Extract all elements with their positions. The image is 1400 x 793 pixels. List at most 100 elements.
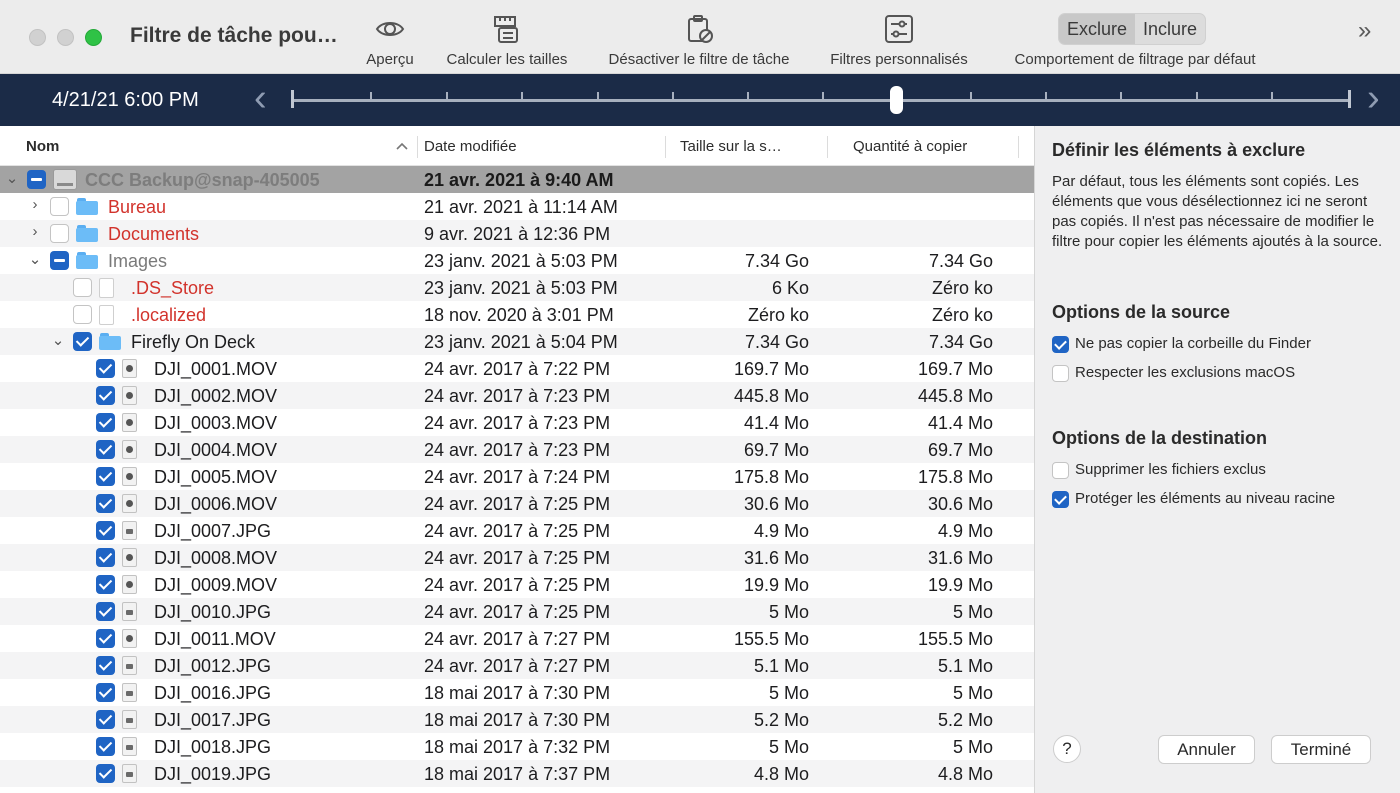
table-row[interactable]: DJI_0003.MOV 24 avr. 2017 à 7:23 PM 41.4 M…: [0, 409, 1034, 436]
row-checkbox[interactable]: [96, 413, 115, 432]
row-size: 5 Mo: [768, 683, 809, 703]
row-checkbox[interactable]: [96, 467, 115, 486]
disable-task-filter-button[interactable]: Désactiver le filtre de tâche: [590, 0, 808, 74]
video-file-icon: [122, 359, 137, 378]
table-row[interactable]: DJI_0012.JPG 24 avr. 2017 à 7:27 PM 5.1 Mo…: [0, 652, 1034, 679]
table-row[interactable]: DJI_0016.JPG 18 mai 2017 à 7:30 PM 5 Mo 5 M…: [0, 679, 1034, 706]
file-table: Nom Date modifiée Taille sur la s… Quant…: [0, 126, 1034, 793]
disclosure-collapsed-icon[interactable]: ›: [28, 196, 42, 213]
table-row[interactable]: DJI_0019.JPG 18 mai 2017 à 7:37 PM 4.8 Mo 4…: [0, 760, 1034, 787]
table-row[interactable]: ⌄ Firefly On Deck 23 janv. 2021 à 5:04 PM 7…: [0, 328, 1034, 355]
checkbox[interactable]: [1052, 491, 1069, 508]
timeline-tick: [747, 92, 749, 102]
disclosure-expanded-icon[interactable]: ⌄: [5, 169, 19, 187]
table-row[interactable]: › Documents 9 avr. 2021 à 12:36 PM: [0, 220, 1034, 247]
row-checkbox[interactable]: [96, 656, 115, 675]
timeline-thumb[interactable]: [890, 86, 903, 114]
row-name: DJI_0002.MOV: [154, 386, 278, 406]
done-button[interactable]: Terminé: [1271, 735, 1371, 764]
row-checkbox[interactable]: [50, 197, 69, 216]
table-row[interactable]: .localized 18 nov. 2020 à 3:01 PM Zéro ko Z…: [0, 301, 1034, 328]
row-checkbox[interactable]: [96, 710, 115, 729]
table-row[interactable]: DJI_0006.MOV 24 avr. 2017 à 7:25 PM 30.6 M…: [0, 490, 1034, 517]
option-label: Supprimer les fichiers exclus: [1075, 461, 1266, 478]
row-size: 4.8 Mo: [753, 764, 809, 784]
table-row[interactable]: DJI_0002.MOV 24 avr. 2017 à 7:23 PM 445.8 …: [0, 382, 1034, 409]
table-row[interactable]: DJI_0018.JPG 18 mai 2017 à 7:32 PM 5 Mo 5 M…: [0, 733, 1034, 760]
row-checkbox[interactable]: [96, 602, 115, 621]
timeline-tick: [1196, 92, 1198, 102]
row-checkbox[interactable]: [73, 305, 92, 324]
timeline-tick: [672, 92, 674, 102]
row-date: 24 avr. 2017 à 7:23 PM: [424, 413, 611, 433]
row-name: DJI_0009.MOV: [154, 575, 278, 595]
snapshot-timeline: 4/21/21 6:00 PM ‹ ›: [0, 74, 1400, 126]
table-row[interactable]: .DS_Store 23 janv. 2021 à 5:03 PM 6 Ko Zéro…: [0, 274, 1034, 301]
close-window-button[interactable]: [29, 29, 46, 46]
row-checkbox[interactable]: [96, 494, 115, 513]
row-date: 18 mai 2017 à 7:30 PM: [424, 683, 611, 703]
checkbox[interactable]: [1052, 365, 1069, 382]
sort-ascending-icon: [396, 142, 408, 150]
table-row[interactable]: DJI_0004.MOV 24 avr. 2017 à 7:23 PM 69.7 M…: [0, 436, 1034, 463]
cancel-button[interactable]: Annuler: [1158, 735, 1255, 764]
toolbar-overflow-button[interactable]: »: [1358, 17, 1371, 45]
timeline-next-button[interactable]: ›: [1367, 78, 1380, 118]
row-checkbox[interactable]: [96, 764, 115, 783]
row-date: 24 avr. 2017 à 7:25 PM: [424, 494, 611, 514]
timeline-prev-button[interactable]: ‹: [254, 78, 267, 118]
column-header-copy[interactable]: Quantité à copier: [853, 138, 967, 155]
row-copy-amount: 5 Mo: [952, 737, 993, 757]
row-checkbox[interactable]: [50, 251, 69, 270]
custom-filters-button[interactable]: Filtres personnalisés: [815, 0, 983, 74]
disclosure-expanded-icon[interactable]: ⌄: [51, 331, 65, 349]
table-row[interactable]: › Bureau 21 avr. 2021 à 11:14 AM: [0, 193, 1034, 220]
table-row[interactable]: DJI_0001.MOV 24 avr. 2017 à 7:22 PM 169.7 …: [0, 355, 1034, 382]
table-row[interactable]: ⌄ Images 23 janv. 2021 à 5:03 PM 7.34 Go 7.3…: [0, 247, 1034, 274]
row-name: DJI_0010.JPG: [154, 602, 272, 622]
table-row[interactable]: DJI_0008.MOV 24 avr. 2017 à 7:25 PM 31.6 M…: [0, 544, 1034, 571]
row-checkbox[interactable]: [27, 170, 46, 189]
timeline-track[interactable]: [291, 99, 1351, 102]
table-row[interactable]: ⌄ CCC Backup@snap-405005 21 avr. 2021 à 9:…: [0, 166, 1034, 193]
preview-button[interactable]: Aperçu: [355, 0, 425, 74]
row-checkbox[interactable]: [96, 386, 115, 405]
table-row[interactable]: DJI_0007.JPG 24 avr. 2017 à 7:25 PM 4.9 Mo…: [0, 517, 1034, 544]
row-checkbox[interactable]: [73, 278, 92, 297]
row-checkbox[interactable]: [96, 575, 115, 594]
option-label: Ne pas copier la corbeille du Finder: [1075, 335, 1311, 352]
row-size: 69.7 Mo: [743, 440, 809, 460]
row-size: 5.1 Mo: [753, 656, 809, 676]
disclosure-expanded-icon[interactable]: ⌄: [28, 250, 42, 268]
row-checkbox[interactable]: [96, 683, 115, 702]
minimize-window-button[interactable]: [57, 29, 74, 46]
include-segment[interactable]: Inclure: [1135, 14, 1205, 44]
checkbox[interactable]: [1052, 336, 1069, 353]
row-checkbox[interactable]: [96, 629, 115, 648]
exclude-segment[interactable]: Exclure: [1059, 14, 1136, 44]
table-row[interactable]: DJI_0017.JPG 18 mai 2017 à 7:30 PM 5.2 Mo 5…: [0, 706, 1034, 733]
row-checkbox[interactable]: [96, 359, 115, 378]
table-row[interactable]: DJI_0011.MOV 24 avr. 2017 à 7:27 PM 155.5 …: [0, 625, 1034, 652]
row-checkbox[interactable]: [96, 737, 115, 756]
table-row[interactable]: DJI_0005.MOV 24 avr. 2017 à 7:24 PM 175.8 …: [0, 463, 1034, 490]
row-checkbox[interactable]: [96, 548, 115, 567]
row-copy-amount: 7.34 Go: [928, 251, 993, 271]
row-checkbox[interactable]: [96, 521, 115, 540]
table-row[interactable]: DJI_0010.JPG 24 avr. 2017 à 7:25 PM 5 Mo 5 …: [0, 598, 1034, 625]
row-checkbox[interactable]: [50, 224, 69, 243]
column-header-size[interactable]: Taille sur la s…: [680, 138, 782, 155]
column-header-date[interactable]: Date modifiée: [424, 138, 517, 155]
help-button[interactable]: ?: [1053, 735, 1081, 763]
row-checkbox[interactable]: [96, 440, 115, 459]
disclosure-collapsed-icon[interactable]: ›: [28, 223, 42, 240]
row-size: 31.6 Mo: [743, 548, 809, 568]
eye-icon: [375, 22, 405, 36]
table-row[interactable]: DJI_0009.MOV 24 avr. 2017 à 7:25 PM 19.9 M…: [0, 571, 1034, 598]
row-checkbox[interactable]: [73, 332, 92, 351]
column-header-name[interactable]: Nom: [26, 138, 59, 155]
checkbox[interactable]: [1052, 462, 1069, 479]
calculate-sizes-button[interactable]: Calculer les tailles: [432, 0, 582, 74]
option-label: Respecter les exclusions macOS: [1075, 364, 1296, 381]
zoom-window-button[interactable]: [85, 29, 102, 46]
